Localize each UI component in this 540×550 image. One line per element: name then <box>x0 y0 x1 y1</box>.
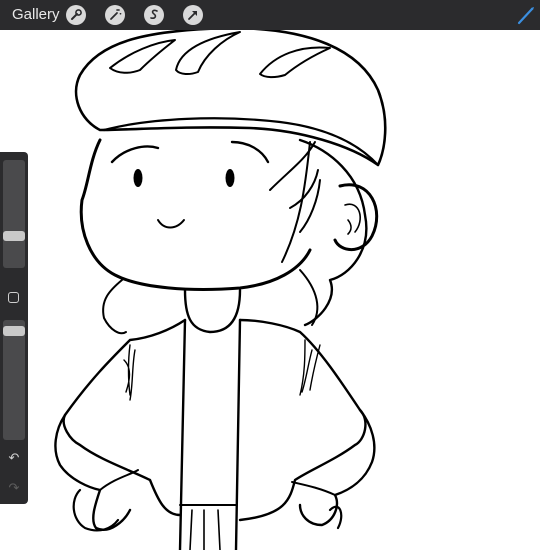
selection-icon[interactable] <box>144 5 164 25</box>
gallery-button[interactable]: Gallery <box>12 6 60 24</box>
hair <box>298 138 368 327</box>
ear <box>333 183 379 252</box>
right-eye <box>225 169 235 187</box>
wrench-icon[interactable] <box>66 5 86 25</box>
brush-size-handle[interactable] <box>3 230 25 241</box>
face <box>79 138 312 291</box>
left-eye <box>133 169 143 187</box>
opacity-handle[interactable] <box>3 325 25 336</box>
brush-size-slider[interactable] <box>3 160 25 268</box>
drawing-canvas[interactable] <box>0 30 540 550</box>
redo-icon[interactable]: ↷ <box>4 480 24 496</box>
move-arrow-icon[interactable] <box>183 5 203 25</box>
brush-icon[interactable] <box>515 4 537 26</box>
jacket-left <box>62 318 187 517</box>
undo-icon[interactable]: ↶ <box>4 450 24 466</box>
left-sidebar: ↶ ↷ <box>0 152 28 504</box>
opacity-slider[interactable] <box>3 320 25 440</box>
modify-button-icon[interactable] <box>8 292 19 303</box>
magic-wand-icon[interactable] <box>105 5 125 25</box>
top-toolbar: Gallery <box>0 0 540 30</box>
helmet <box>74 30 387 167</box>
